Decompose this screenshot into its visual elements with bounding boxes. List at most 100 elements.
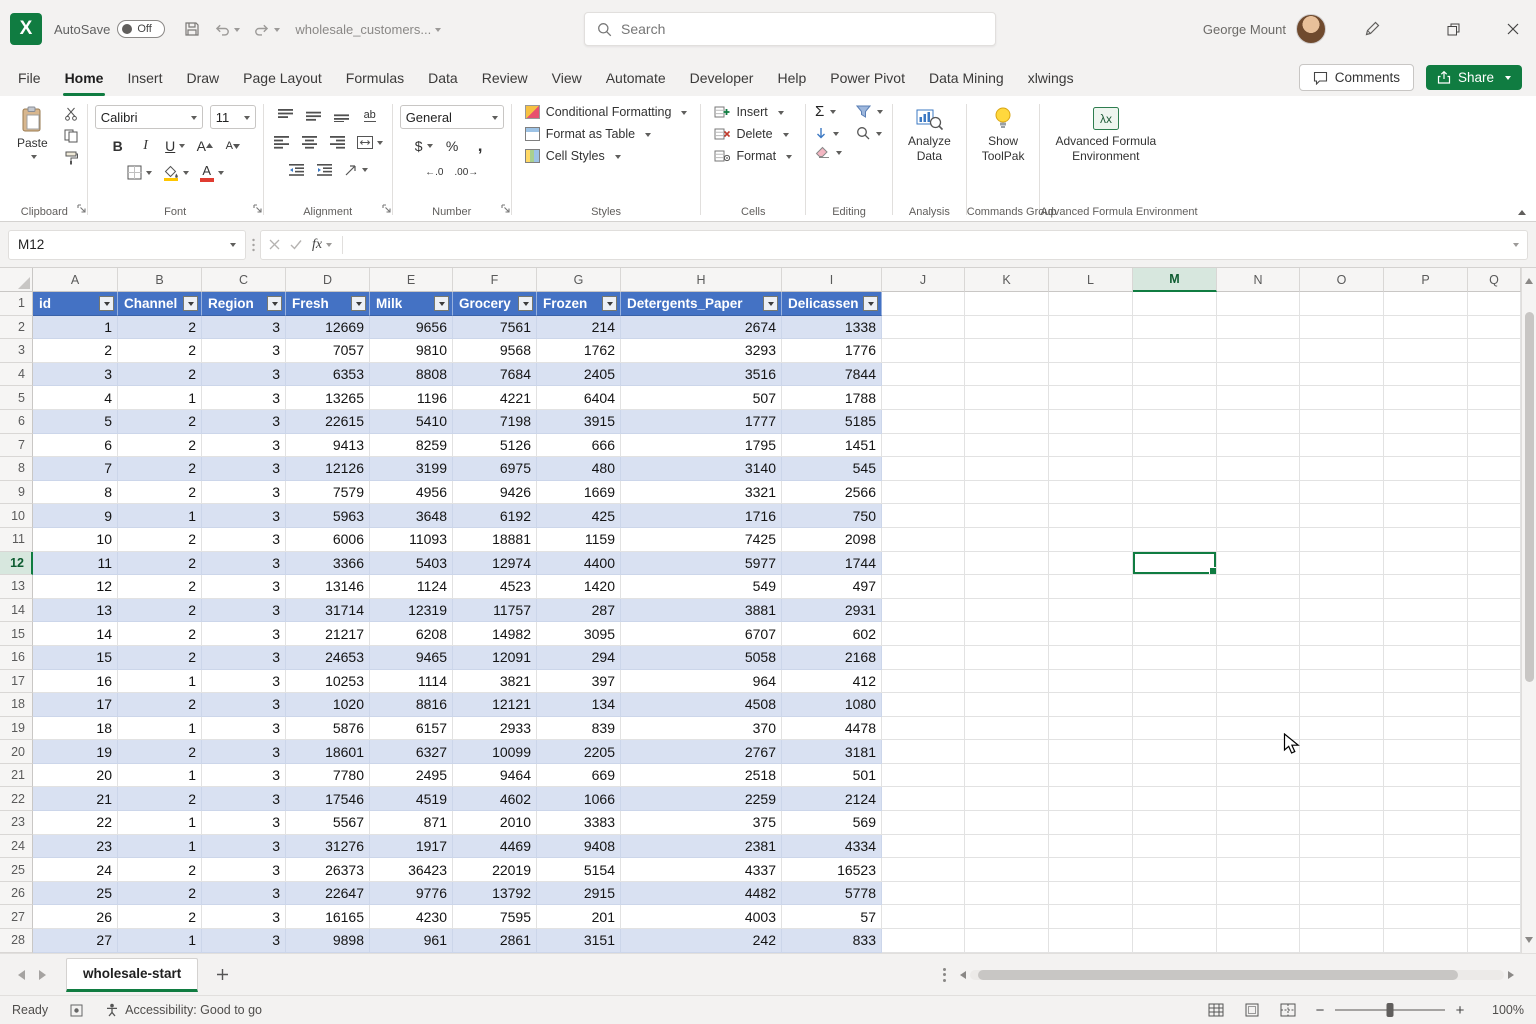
filter-button-Channel[interactable] — [183, 296, 198, 311]
cell-H20[interactable]: 2767 — [621, 740, 782, 764]
cell-C12[interactable]: 3 — [202, 552, 286, 576]
cell-L10[interactable] — [1049, 504, 1133, 528]
cell-M16[interactable] — [1133, 646, 1217, 670]
cell-J9[interactable] — [882, 481, 965, 505]
cell-A20[interactable]: 19 — [33, 740, 118, 764]
column-header-J[interactable]: J — [882, 268, 965, 292]
cell-N26[interactable] — [1217, 882, 1300, 906]
cell-O28[interactable] — [1300, 929, 1384, 953]
filter-button-Fresh[interactable] — [351, 296, 366, 311]
cell-C28[interactable]: 3 — [202, 929, 286, 953]
font-size-select[interactable]: 11 — [210, 105, 256, 129]
redo-button[interactable] — [249, 18, 285, 40]
cell-M1[interactable] — [1133, 292, 1217, 316]
cell-K16[interactable] — [965, 646, 1049, 670]
autosave-control[interactable]: AutoSave Off — [54, 20, 165, 38]
increase-indent-button[interactable] — [314, 159, 335, 180]
table-header-Region[interactable]: Region — [202, 292, 286, 316]
cell-O4[interactable] — [1300, 363, 1384, 387]
zoom-percentage[interactable]: 100% — [1482, 1003, 1524, 1017]
expand-formula-bar-icon[interactable] — [1513, 243, 1519, 250]
cell-M25[interactable] — [1133, 858, 1217, 882]
cell-F4[interactable]: 7684 — [453, 363, 537, 387]
ribbon-tab-home[interactable]: Home — [53, 61, 116, 96]
ribbon-tab-insert[interactable]: Insert — [115, 61, 174, 96]
cell-H27[interactable]: 4003 — [621, 905, 782, 929]
paste-button[interactable]: Paste — [9, 102, 56, 164]
cell-K10[interactable] — [965, 504, 1049, 528]
cell-E10[interactable]: 3648 — [370, 504, 453, 528]
vertical-scrollbar[interactable] — [1521, 268, 1536, 953]
cell-J25[interactable] — [882, 858, 965, 882]
cell-K25[interactable] — [965, 858, 1049, 882]
format-cells-button[interactable]: Format — [708, 146, 798, 166]
align-middle-button[interactable] — [303, 105, 324, 126]
cell-D13[interactable]: 13146 — [286, 575, 370, 599]
cell-O26[interactable] — [1300, 882, 1384, 906]
zoom-in-button[interactable]: + — [1454, 1002, 1466, 1019]
row-header-20[interactable]: 20 — [0, 740, 33, 764]
cell-Q13[interactable] — [1468, 575, 1521, 599]
cell-J21[interactable] — [882, 764, 965, 788]
cell-Q7[interactable] — [1468, 434, 1521, 458]
cell-M19[interactable] — [1133, 717, 1217, 741]
cell-L24[interactable] — [1049, 835, 1133, 859]
cell-N24[interactable] — [1217, 835, 1300, 859]
cell-E6[interactable]: 5410 — [370, 410, 453, 434]
cell-I5[interactable]: 1788 — [782, 386, 882, 410]
table-header-Detergents_Paper[interactable]: Detergents_Paper — [621, 292, 782, 316]
cell-I8[interactable]: 545 — [782, 457, 882, 481]
row-header-23[interactable]: 23 — [0, 811, 33, 835]
previous-sheet-button[interactable] — [6, 962, 32, 988]
comma-format-button[interactable]: , — [470, 135, 491, 156]
cell-I10[interactable]: 750 — [782, 504, 882, 528]
row-header-1[interactable]: 1 — [0, 292, 33, 316]
table-header-Milk[interactable]: Milk — [370, 292, 453, 316]
cell-A24[interactable]: 23 — [33, 835, 118, 859]
pen-tools-button[interactable] — [1352, 0, 1392, 58]
cell-C14[interactable]: 3 — [202, 599, 286, 623]
cell-J16[interactable] — [882, 646, 965, 670]
cell-O24[interactable] — [1300, 835, 1384, 859]
cell-K15[interactable] — [965, 622, 1049, 646]
cell-B28[interactable]: 1 — [118, 929, 202, 953]
cell-H4[interactable]: 3516 — [621, 363, 782, 387]
cell-M26[interactable] — [1133, 882, 1217, 906]
table-header-Delicassen[interactable]: Delicassen — [782, 292, 882, 316]
cell-M8[interactable] — [1133, 457, 1217, 481]
cell-O25[interactable] — [1300, 858, 1384, 882]
cell-H8[interactable]: 3140 — [621, 457, 782, 481]
cell-I25[interactable]: 16523 — [782, 858, 882, 882]
cell-E11[interactable]: 11093 — [370, 528, 453, 552]
column-header-A[interactable]: A — [33, 268, 118, 292]
orientation-button[interactable] — [342, 159, 370, 180]
scroll-left-arrow[interactable] — [956, 971, 966, 979]
cell-Q18[interactable] — [1468, 693, 1521, 717]
cell-C20[interactable]: 3 — [202, 740, 286, 764]
cell-G15[interactable]: 3095 — [537, 622, 621, 646]
cell-G16[interactable]: 294 — [537, 646, 621, 670]
normal-view-button[interactable] — [1206, 1001, 1226, 1019]
cell-O17[interactable] — [1300, 670, 1384, 694]
cell-I27[interactable]: 57 — [782, 905, 882, 929]
cell-H26[interactable]: 4482 — [621, 882, 782, 906]
cell-G26[interactable]: 2915 — [537, 882, 621, 906]
cell-G7[interactable]: 666 — [537, 434, 621, 458]
cell-G11[interactable]: 1159 — [537, 528, 621, 552]
cell-E8[interactable]: 3199 — [370, 457, 453, 481]
cell-A27[interactable]: 26 — [33, 905, 118, 929]
cell-C15[interactable]: 3 — [202, 622, 286, 646]
cell-J5[interactable] — [882, 386, 965, 410]
cell-D21[interactable]: 7780 — [286, 764, 370, 788]
ribbon-tab-automate[interactable]: Automate — [594, 61, 678, 96]
cell-N10[interactable] — [1217, 504, 1300, 528]
cell-H17[interactable]: 964 — [621, 670, 782, 694]
cell-B14[interactable]: 2 — [118, 599, 202, 623]
cell-P1[interactable] — [1384, 292, 1468, 316]
cell-I28[interactable]: 833 — [782, 929, 882, 953]
cell-P25[interactable] — [1384, 858, 1468, 882]
cell-I19[interactable]: 4478 — [782, 717, 882, 741]
row-header-27[interactable]: 27 — [0, 905, 33, 929]
row-header-11[interactable]: 11 — [0, 528, 33, 552]
cell-K5[interactable] — [965, 386, 1049, 410]
